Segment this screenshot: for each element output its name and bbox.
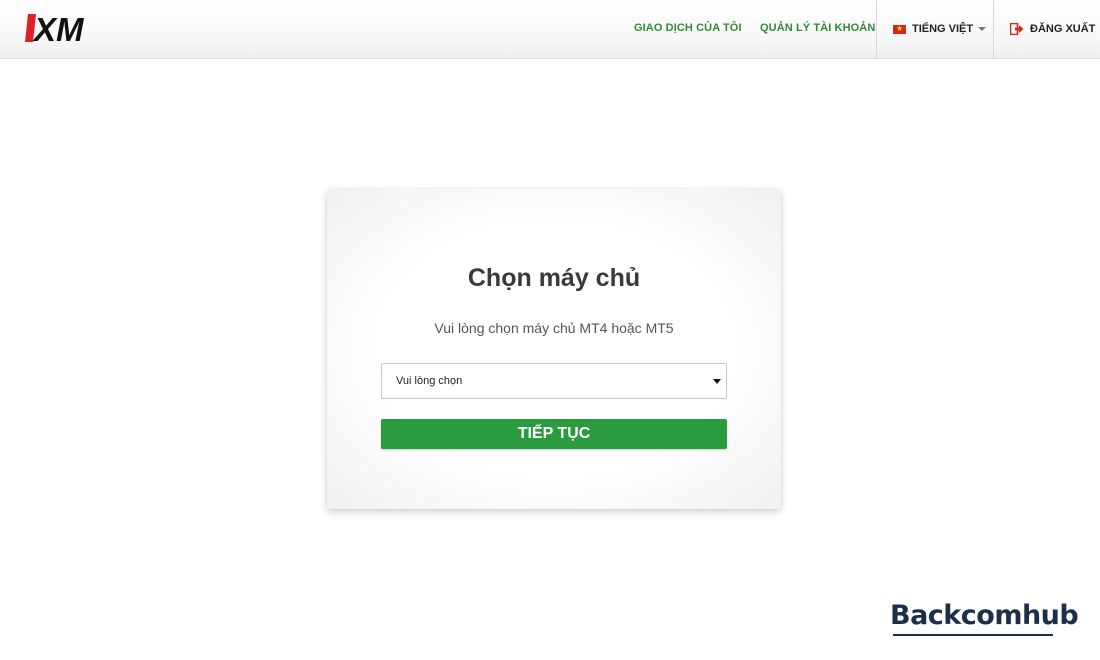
logout-icon: [1010, 23, 1024, 35]
logout-label: ĐĂNG XUẤT: [1030, 23, 1096, 35]
card-title: Chọn máy chủ: [467, 264, 641, 292]
nav-link-my-trading[interactable]: GIAO DỊCH CỦA TÔI: [634, 0, 742, 58]
vietnam-flag-icon: ★: [893, 24, 906, 34]
xm-logo[interactable]: XM: [22, 10, 104, 46]
chevron-down-icon: [978, 27, 987, 31]
header-divider: [993, 0, 994, 58]
continue-button[interactable]: TIẾP TỤC: [381, 419, 727, 449]
watermark-underline: [893, 634, 1053, 636]
server-select-card: Chọn máy chủ Vui lòng chọn máy chủ MT4 h…: [327, 189, 781, 509]
logout-button[interactable]: ĐĂNG XUẤT: [1010, 0, 1095, 58]
language-selector[interactable]: ★ TIẾNG VIỆT: [893, 0, 987, 58]
nav-link-account-management[interactable]: QUẢN LÝ TÀI KHOẢN: [760, 0, 875, 58]
card-subtitle: Vui lòng chọn máy chủ MT4 hoặc MT5: [434, 320, 674, 336]
logo-text: XM: [32, 11, 85, 46]
server-select[interactable]: Vui lòng chọn: [381, 363, 727, 399]
server-select-value: Vui lòng chọn: [396, 375, 463, 387]
header-divider: [876, 0, 877, 58]
dropdown-arrow-icon: [713, 379, 721, 384]
language-label: TIẾNG VIỆT: [912, 23, 974, 35]
top-header: XM GIAO DỊCH CỦA TÔI QUẢN LÝ TÀI KHOẢN ★…: [0, 0, 1100, 59]
